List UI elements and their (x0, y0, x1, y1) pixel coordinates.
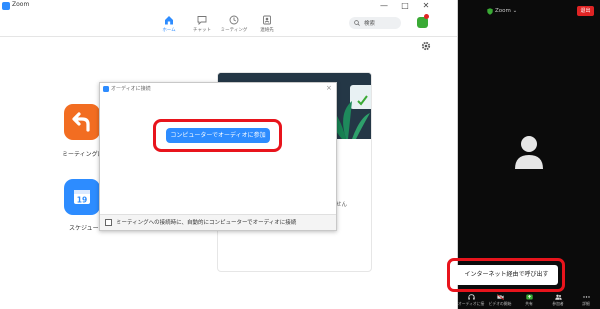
calendar-day: 19 (77, 196, 87, 205)
highlight-frame (447, 258, 565, 292)
video-off-icon (496, 294, 504, 300)
clock-icon (229, 15, 239, 25)
join-audio-control-label: オーディオに接 (458, 301, 485, 306)
tab-contacts-label: 連絡先 (260, 28, 274, 33)
tab-home-label: ホーム (162, 28, 176, 33)
tab-home[interactable]: ホーム (151, 15, 187, 37)
schedule-button[interactable]: 19 (64, 179, 100, 215)
participants-icon (554, 294, 562, 300)
audio-connect-dialog: オーディオに接続 × コンピューターでオーディオに参加 ミーティングへの接続時に… (99, 82, 337, 231)
search-icon (354, 20, 360, 26)
app-title: Zoom (12, 1, 30, 8)
minimize-button[interactable]: — (376, 0, 392, 12)
return-arrow-icon (72, 112, 90, 132)
calendar-icon: 19 (74, 190, 90, 205)
home-icon (165, 16, 173, 25)
participants-control-label: 参加者 (552, 301, 564, 306)
start-video-control[interactable]: ビデオの開始 (487, 294, 513, 308)
more-control-label: 詳細 (582, 301, 590, 306)
close-window-button[interactable]: ✕ (418, 0, 434, 12)
participant-avatar-icon (515, 136, 543, 169)
share-screen-control-label: 共有 (525, 301, 533, 306)
tab-contacts[interactable]: 連絡先 (249, 15, 285, 37)
search-input[interactable]: 検索 (349, 17, 401, 29)
notification-badge (424, 14, 429, 19)
dialog-close-button[interactable]: × (326, 84, 332, 92)
headphone-icon (467, 294, 475, 300)
dialog-title: オーディオに接続 (111, 86, 151, 92)
auto-join-audio-checkbox[interactable] (105, 219, 112, 226)
zoom-logo-icon (103, 86, 109, 92)
zoom-client-window: Zoom — □ ✕ ホーム チャット ミーティング 連絡先 検索 ミーティング… (0, 0, 457, 309)
more-icon (582, 296, 590, 298)
tab-meetings-label: ミーティング (220, 28, 248, 33)
share-screen-icon (525, 294, 533, 300)
dialog-footer: ミーティングへの接続時に、自動的にコンピューターでオーディオに接続 (100, 214, 336, 230)
contacts-icon (263, 15, 271, 25)
participants-control[interactable]: 参加者 (545, 294, 571, 308)
gear-icon[interactable] (421, 41, 431, 51)
new-meeting-button[interactable] (64, 104, 100, 140)
shield-icon (487, 8, 493, 15)
tab-chat[interactable]: チャット (184, 15, 220, 37)
search-placeholder: 検索 (364, 21, 376, 27)
leave-button[interactable]: 退出 (577, 6, 594, 16)
tab-meetings[interactable]: ミーティング (216, 15, 252, 37)
share-screen-control[interactable]: 共有 (516, 294, 542, 308)
chat-icon (197, 16, 207, 25)
auto-join-audio-label: ミーティングへの接続時に、自動的にコンピューターでオーディオに接続 (116, 220, 297, 226)
zoom-logo-icon (2, 2, 10, 10)
start-video-control-label: ビデオの開始 (488, 301, 512, 306)
join-audio-control[interactable]: オーディオに接 (458, 294, 484, 308)
maximize-button[interactable]: □ (397, 0, 413, 12)
more-control[interactable]: 詳細 (573, 294, 599, 308)
meeting-info-dropdown[interactable]: Zoom ⌄ (495, 8, 517, 14)
tab-chat-label: チャット (193, 28, 211, 33)
title-bar: Zoom — □ ✕ (0, 0, 457, 12)
join-audio-by-computer-button[interactable]: コンピューターでオーディオに参加 (166, 128, 270, 143)
card-text: せん (336, 202, 348, 208)
